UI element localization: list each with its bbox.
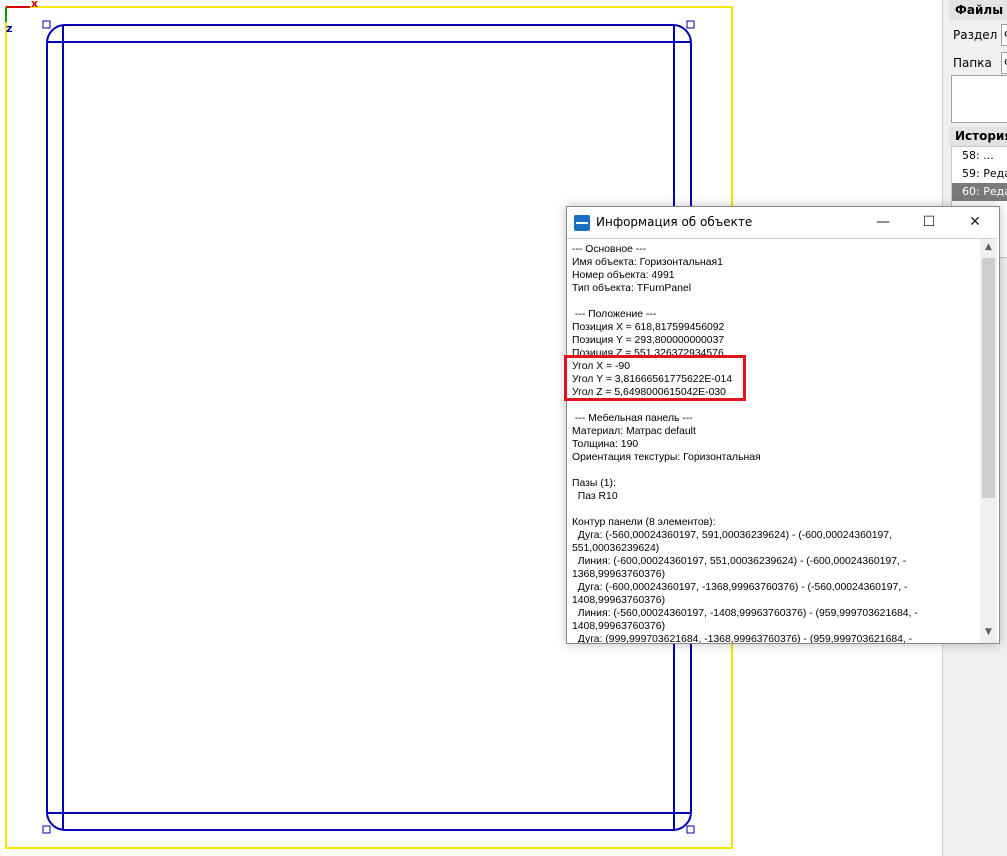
info-text-area[interactable]: --- Основное --- Имя объекта: Горизонталь… bbox=[567, 238, 980, 643]
history-item[interactable]: 59: Реда bbox=[952, 165, 1007, 183]
papka-select[interactable]: Ф bbox=[1001, 52, 1007, 74]
info-line: Паз R10 bbox=[572, 491, 618, 502]
info-line: Материал: Матрас default bbox=[572, 426, 696, 437]
history-item[interactable]: 60: Реда bbox=[952, 183, 1007, 201]
axis-x-label: x bbox=[31, 0, 39, 10]
info-line: Дуга: (-560,00024360197, 591,00036239624… bbox=[572, 530, 892, 541]
razdel-select[interactable]: Ф bbox=[1001, 24, 1007, 46]
files-list[interactable] bbox=[951, 75, 1007, 123]
corner-handle[interactable] bbox=[42, 825, 51, 834]
info-line: --- Положение --- bbox=[572, 309, 657, 320]
info-line: 551,00036239624) bbox=[572, 543, 660, 554]
axis-z-label: z bbox=[6, 22, 13, 35]
dialog-titlebar[interactable]: Информация об объекте — ☐ ✕ bbox=[567, 207, 999, 238]
minimize-button[interactable]: — bbox=[860, 207, 906, 238]
app-icon bbox=[574, 215, 590, 231]
files-header: Файлы bbox=[949, 0, 1007, 20]
info-line bbox=[572, 464, 918, 477]
info-line: Ориентация текстуры: Горизонтальная bbox=[572, 452, 761, 463]
info-line: 1408,99963760376) bbox=[572, 595, 666, 606]
scroll-down-arrow-icon[interactable]: ▼ bbox=[980, 624, 997, 641]
razdel-label: Раздел bbox=[953, 28, 998, 42]
scroll-up-arrow-icon[interactable]: ▲ bbox=[980, 239, 997, 256]
history-item[interactable]: 58: ... bbox=[952, 147, 1007, 165]
info-line: Номер объекта: 4991 bbox=[572, 270, 675, 281]
info-line bbox=[572, 503, 918, 516]
info-line: 1408,99963760376) bbox=[572, 621, 666, 632]
vertical-scrollbar[interactable]: ▲ ▼ bbox=[980, 238, 997, 643]
info-lines: --- Основное --- Имя объекта: Горизонталь… bbox=[572, 243, 918, 643]
dialog-title: Информация об объекте bbox=[596, 215, 753, 229]
object-info-dialog: Информация об объекте — ☐ ✕ --- Основное… bbox=[566, 206, 1000, 644]
info-line: Тип объекта: TFurnPanel bbox=[572, 283, 692, 294]
info-line: Контур панели (8 элементов): bbox=[572, 517, 716, 528]
history-header: История bbox=[949, 126, 1007, 146]
info-line: --- Основное --- bbox=[572, 244, 647, 255]
info-line: Позиция Y = 293,800000000037 bbox=[572, 335, 725, 346]
angle-highlight-box bbox=[564, 355, 746, 401]
info-line: Линия: (-600,00024360197, 551,0003623962… bbox=[572, 556, 907, 567]
maximize-button[interactable]: ☐ bbox=[906, 207, 952, 238]
info-line: 1368,99963760376) bbox=[572, 569, 666, 580]
info-line: Дуга: (999,999703621684, -1368,999637603… bbox=[572, 634, 913, 643]
info-line: Линия: (-560,00024360197, -1408,99963760… bbox=[572, 608, 918, 619]
scroll-thumb[interactable] bbox=[982, 258, 995, 498]
info-line: Позиция X = 618,817599456092 bbox=[572, 322, 725, 333]
corner-handle[interactable] bbox=[686, 825, 695, 834]
close-button[interactable]: ✕ bbox=[952, 207, 998, 238]
info-line: Толщина: 190 bbox=[572, 439, 639, 450]
info-line: Имя объекта: Горизонтальная1 bbox=[572, 257, 723, 268]
info-line: --- Мебельная панель --- bbox=[572, 413, 693, 424]
papka-label: Папка bbox=[953, 56, 992, 70]
corner-handle[interactable] bbox=[686, 20, 695, 29]
info-line: Дуга: (-600,00024360197, -1368,999637603… bbox=[572, 582, 908, 593]
info-line: Пазы (1): bbox=[572, 478, 616, 489]
corner-handle[interactable] bbox=[42, 20, 51, 29]
info-line bbox=[572, 295, 918, 308]
